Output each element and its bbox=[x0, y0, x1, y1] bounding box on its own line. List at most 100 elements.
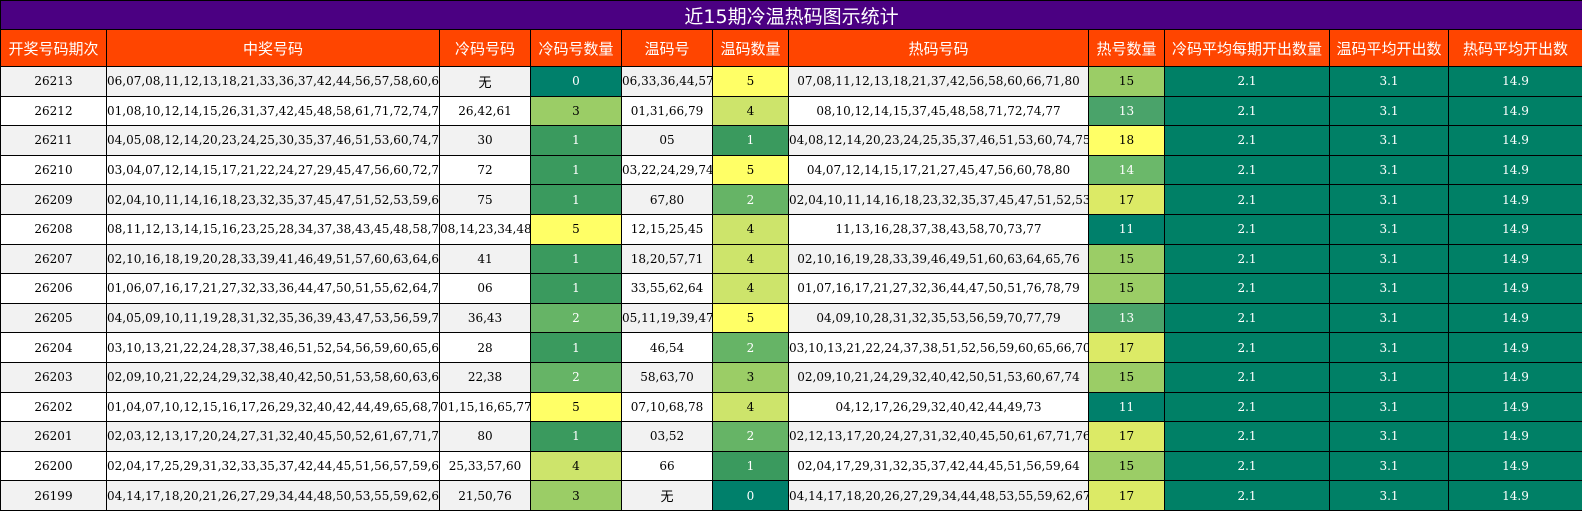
col-header-period: 开奖号码期次 bbox=[0, 29, 107, 67]
table-row: 26206 01,06,07,16,17,21,27,32,33,36,44,47… bbox=[0, 273, 1582, 304]
cold-numbers-cell: 无 bbox=[439, 66, 531, 97]
avg-hot-cell: 14.9 bbox=[1448, 450, 1582, 482]
table-row: 26200 02,04,17,25,29,31,32,33,35,37,42,44… bbox=[0, 450, 1582, 482]
hot-numbers-cell: 04,07,12,14,15,17,21,27,45,47,56,60,78,8… bbox=[788, 154, 1089, 186]
table-row: 26203 02,09,10,21,22,24,29,32,38,40,42,50… bbox=[0, 361, 1582, 393]
period-cell: 26202 bbox=[0, 391, 107, 423]
hot-count-cell: 18 bbox=[1088, 125, 1165, 156]
avg-hot-cell: 14.9 bbox=[1448, 302, 1582, 334]
avg-warm-cell: 3.1 bbox=[1329, 391, 1449, 423]
cold-count-cell: 1 bbox=[530, 184, 622, 215]
warm-count-cell: 2 bbox=[712, 421, 789, 452]
table-row: 26213 06,07,08,11,12,13,18,21,33,36,37,42… bbox=[0, 66, 1582, 97]
hot-count-cell: 11 bbox=[1088, 213, 1165, 245]
avg-hot-cell: 14.9 bbox=[1448, 391, 1582, 423]
hot-count-cell: 13 bbox=[1088, 302, 1165, 334]
hot-count-cell: 15 bbox=[1088, 243, 1165, 275]
winning-numbers-cell: 08,11,12,13,14,15,16,23,25,28,34,37,38,4… bbox=[106, 213, 440, 245]
avg-cold-cell: 2.1 bbox=[1164, 480, 1330, 511]
warm-count-cell: 5 bbox=[712, 302, 789, 334]
avg-cold-cell: 2.1 bbox=[1164, 66, 1330, 97]
cold-count-cell: 2 bbox=[530, 361, 622, 393]
period-cell: 26200 bbox=[0, 450, 107, 482]
warm-count-cell: 4 bbox=[712, 95, 789, 127]
col-header-warm-numbers: 温码号 bbox=[621, 29, 713, 67]
warm-count-cell: 4 bbox=[712, 213, 789, 245]
avg-warm-cell: 3.1 bbox=[1329, 66, 1449, 97]
avg-cold-cell: 2.1 bbox=[1164, 332, 1330, 363]
avg-cold-cell: 2.1 bbox=[1164, 450, 1330, 482]
cold-count-cell: 1 bbox=[530, 273, 622, 304]
winning-numbers-cell: 04,14,17,18,20,21,26,27,29,34,44,48,50,5… bbox=[106, 480, 440, 511]
avg-hot-cell: 14.9 bbox=[1448, 332, 1582, 363]
avg-warm-cell: 3.1 bbox=[1329, 361, 1449, 393]
col-header-cold-numbers: 冷码号码 bbox=[439, 29, 531, 67]
period-cell: 26203 bbox=[0, 361, 107, 393]
winning-numbers-cell: 02,04,10,11,14,16,18,23,32,35,37,45,47,5… bbox=[106, 184, 440, 215]
warm-numbers-cell: 无 bbox=[621, 480, 713, 511]
cold-count-cell: 1 bbox=[530, 421, 622, 452]
warm-numbers-cell: 03,22,24,29,74 bbox=[621, 154, 713, 186]
hot-count-cell: 13 bbox=[1088, 95, 1165, 127]
period-cell: 26201 bbox=[0, 421, 107, 452]
cold-numbers-cell: 22,38 bbox=[439, 361, 531, 393]
col-header-avg-cold: 冷码平均每期开出数量 bbox=[1164, 29, 1330, 67]
hot-numbers-cell: 02,10,16,19,28,33,39,46,49,51,60,63,64,6… bbox=[788, 243, 1089, 275]
avg-cold-cell: 2.1 bbox=[1164, 154, 1330, 186]
avg-cold-cell: 2.1 bbox=[1164, 184, 1330, 215]
avg-hot-cell: 14.9 bbox=[1448, 273, 1582, 304]
avg-warm-cell: 3.1 bbox=[1329, 95, 1449, 127]
warm-count-cell: 2 bbox=[712, 184, 789, 215]
period-cell: 26212 bbox=[0, 95, 107, 127]
period-cell: 26210 bbox=[0, 154, 107, 186]
hot-count-cell: 17 bbox=[1088, 332, 1165, 363]
table-row: 26204 03,10,13,21,22,24,28,37,38,46,51,52… bbox=[0, 332, 1582, 363]
warm-count-cell: 5 bbox=[712, 66, 789, 97]
cold-numbers-cell: 06 bbox=[439, 273, 531, 304]
winning-numbers-cell: 03,04,07,12,14,15,17,21,22,24,27,29,45,4… bbox=[106, 154, 440, 186]
warm-numbers-cell: 12,15,25,45 bbox=[621, 213, 713, 245]
cold-numbers-cell: 80 bbox=[439, 421, 531, 452]
cold-numbers-cell: 01,15,16,65,77 bbox=[439, 391, 531, 423]
cold-numbers-cell: 30 bbox=[439, 125, 531, 156]
cold-count-cell: 2 bbox=[530, 302, 622, 334]
winning-numbers-cell: 02,09,10,21,22,24,29,32,38,40,42,50,51,5… bbox=[106, 361, 440, 393]
warm-count-cell: 4 bbox=[712, 391, 789, 423]
period-cell: 26199 bbox=[0, 480, 107, 511]
hot-cold-stats-table: 近15期冷温热码图示统计 开奖号码期次 中奖号码 冷码号码 冷码号数量 温码号 … bbox=[0, 0, 1582, 511]
winning-numbers-cell: 04,05,08,12,14,20,23,24,25,30,35,37,46,5… bbox=[106, 125, 440, 156]
avg-hot-cell: 14.9 bbox=[1448, 95, 1582, 127]
winning-numbers-cell: 01,06,07,16,17,21,27,32,33,36,44,47,50,5… bbox=[106, 273, 440, 304]
avg-cold-cell: 2.1 bbox=[1164, 273, 1330, 304]
warm-count-cell: 4 bbox=[712, 273, 789, 304]
warm-count-cell: 0 bbox=[712, 480, 789, 511]
table-row: 26202 01,04,07,10,12,15,16,17,26,29,32,40… bbox=[0, 391, 1582, 423]
avg-warm-cell: 3.1 bbox=[1329, 421, 1449, 452]
warm-numbers-cell: 03,52 bbox=[621, 421, 713, 452]
hot-count-cell: 11 bbox=[1088, 391, 1165, 423]
avg-warm-cell: 3.1 bbox=[1329, 480, 1449, 511]
header-row: 开奖号码期次 中奖号码 冷码号码 冷码号数量 温码号 温码数量 热码号码 热号数… bbox=[0, 29, 1582, 67]
cold-count-cell: 3 bbox=[530, 95, 622, 127]
table-row: 26207 02,10,16,18,19,20,28,33,39,41,46,49… bbox=[0, 243, 1582, 275]
avg-hot-cell: 14.9 bbox=[1448, 66, 1582, 97]
hot-numbers-cell: 04,14,17,18,20,26,27,29,34,44,48,53,55,5… bbox=[788, 480, 1089, 511]
table-row: 26210 03,04,07,12,14,15,17,21,22,24,27,29… bbox=[0, 154, 1582, 186]
hot-numbers-cell: 04,09,10,28,31,32,35,53,56,59,70,77,79 bbox=[788, 302, 1089, 334]
hot-numbers-cell: 02,04,17,29,31,32,35,37,42,44,45,51,56,5… bbox=[788, 450, 1089, 482]
avg-warm-cell: 3.1 bbox=[1329, 213, 1449, 245]
avg-cold-cell: 2.1 bbox=[1164, 213, 1330, 245]
hot-count-cell: 17 bbox=[1088, 184, 1165, 215]
table-row: 26211 04,05,08,12,14,20,23,24,25,30,35,37… bbox=[0, 125, 1582, 156]
cold-numbers-cell: 21,50,76 bbox=[439, 480, 531, 511]
hot-numbers-cell: 04,12,17,26,29,32,40,42,44,49,73 bbox=[788, 391, 1089, 423]
hot-numbers-cell: 04,08,12,14,20,23,24,25,35,37,46,51,53,6… bbox=[788, 125, 1089, 156]
winning-numbers-cell: 06,07,08,11,12,13,18,21,33,36,37,42,44,5… bbox=[106, 66, 440, 97]
avg-hot-cell: 14.9 bbox=[1448, 125, 1582, 156]
hot-numbers-cell: 07,08,11,12,13,18,21,37,42,56,58,60,66,7… bbox=[788, 66, 1089, 97]
avg-warm-cell: 3.1 bbox=[1329, 332, 1449, 363]
winning-numbers-cell: 02,04,17,25,29,31,32,33,35,37,42,44,45,5… bbox=[106, 450, 440, 482]
avg-cold-cell: 2.1 bbox=[1164, 125, 1330, 156]
table-body: 26213 06,07,08,11,12,13,18,21,33,36,37,42… bbox=[0, 66, 1582, 511]
avg-warm-cell: 3.1 bbox=[1329, 450, 1449, 482]
